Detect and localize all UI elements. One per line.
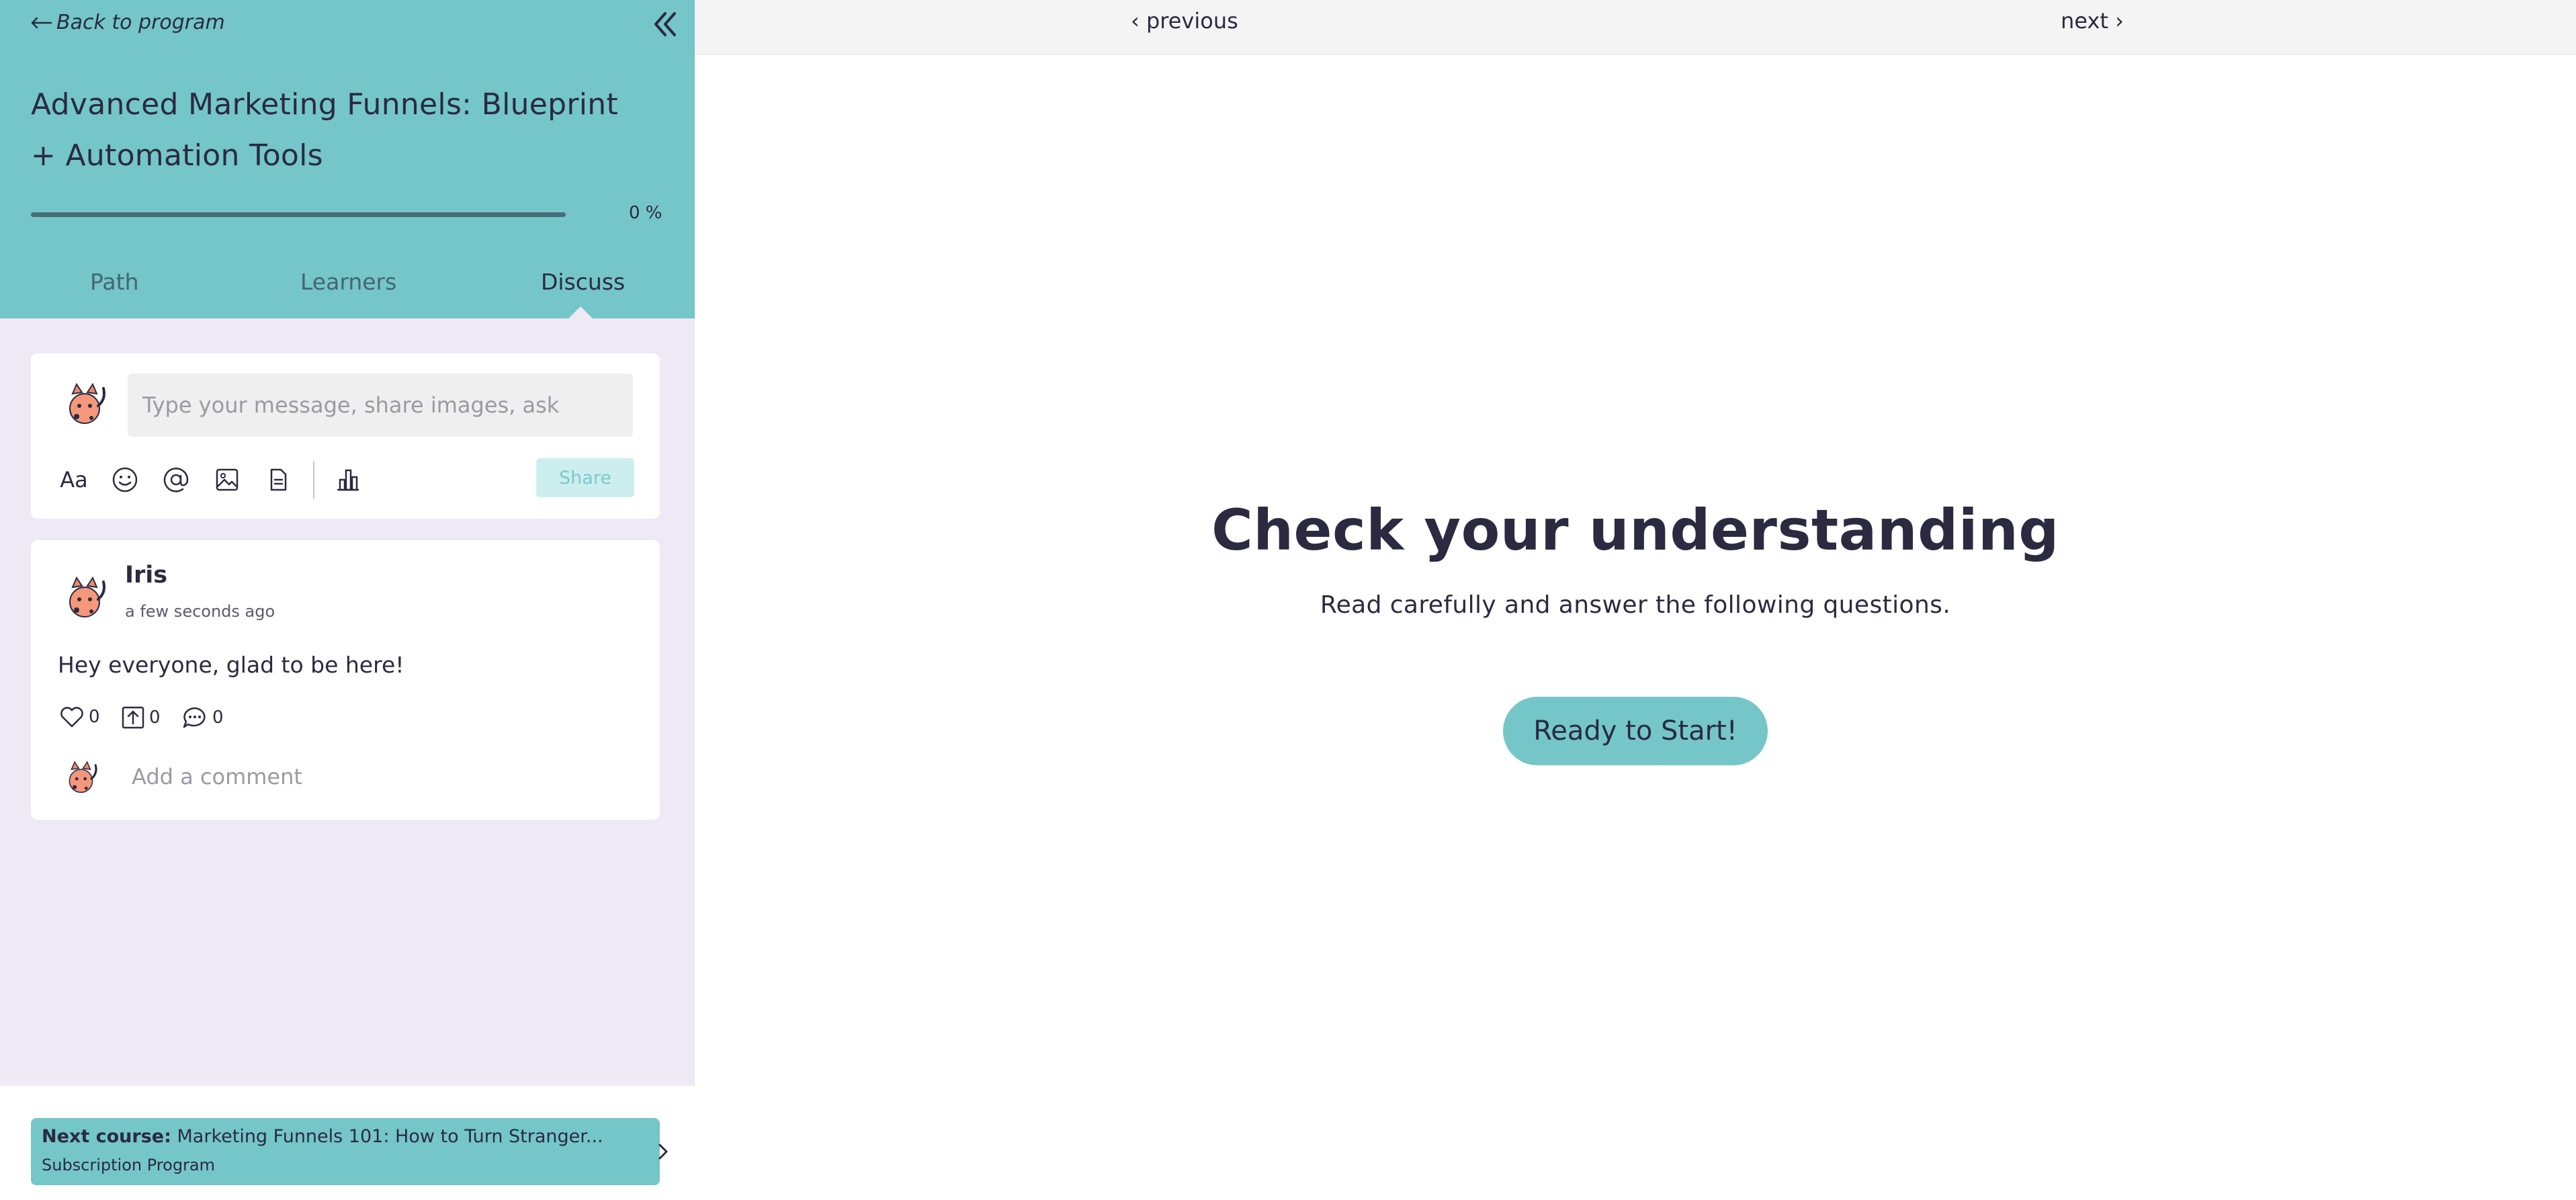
heart-icon — [60, 707, 83, 728]
sidebar: Back to program Advanced Marketing Funne… — [0, 0, 695, 1200]
discussion-post: Iris a few seconds ago Hey everyone, gla… — [31, 540, 660, 820]
next-course-card[interactable]: Next course: Marketing Funnels 101: How … — [31, 1118, 668, 1185]
avatar — [69, 576, 105, 617]
poll-button[interactable] — [332, 464, 364, 496]
sidebar-footer: Next course: Marketing Funnels 101: How … — [0, 1086, 695, 1200]
mention-icon — [163, 468, 189, 492]
tab-discuss[interactable]: Discuss — [541, 269, 625, 295]
post-timestamp: a few seconds ago — [125, 602, 275, 621]
share-count: 0 — [149, 708, 161, 728]
next-course-title: Marketing Funnels 101: How to Turn Stran… — [177, 1126, 603, 1147]
active-tab-indicator — [568, 306, 593, 318]
quiz-heading: Check your understanding — [1211, 497, 2059, 563]
image-button[interactable] — [211, 464, 243, 496]
poll-chart-icon — [337, 469, 359, 491]
tab-learners[interactable]: Learners — [300, 269, 396, 295]
document-icon — [270, 468, 287, 491]
share-upload-icon — [122, 706, 144, 729]
post-body: Hey everyone, glad to be here! — [58, 652, 404, 678]
avatar — [69, 761, 97, 794]
back-link-label: Back to program — [56, 11, 225, 34]
lesson-nav-bar: ‹ previous next › — [695, 0, 2576, 55]
double-chevron-left-icon[interactable] — [650, 9, 680, 39]
next-course-program: Subscription Program — [42, 1156, 216, 1174]
tab-path[interactable]: Path — [90, 269, 139, 295]
emoji-icon — [112, 467, 138, 492]
text-format-label: Aa — [60, 467, 88, 492]
post-author[interactable]: Iris — [125, 562, 167, 589]
comment-count: 0 — [212, 708, 224, 728]
next-link[interactable]: next › — [2061, 8, 2124, 34]
document-button[interactable] — [262, 464, 294, 496]
message-input[interactable] — [128, 374, 633, 437]
post-composer: Aa — [31, 353, 660, 519]
like-button[interactable]: 0 — [59, 705, 100, 728]
progress-bar — [31, 212, 566, 217]
comment-button[interactable]: 0 — [181, 705, 224, 730]
share-button[interactable]: Share — [536, 458, 634, 497]
image-icon — [216, 468, 239, 491]
next-course-line: Next course: Marketing Funnels 101: How … — [42, 1126, 603, 1147]
comment-bubble-icon — [183, 707, 206, 728]
avatar — [69, 382, 105, 424]
like-count: 0 — [89, 707, 100, 727]
toolbar-divider — [313, 461, 314, 499]
text-format-icon[interactable]: Aa — [58, 464, 90, 496]
quiz-instructions: Read carefully and answer the following … — [1320, 591, 1951, 619]
next-course-label: Next course: — [42, 1126, 171, 1147]
arrow-left-icon — [31, 17, 52, 28]
share-post-button[interactable]: 0 — [121, 705, 161, 730]
chevron-right-icon — [658, 1144, 668, 1160]
mention-button[interactable] — [160, 464, 192, 496]
course-header: Back to program Advanced Marketing Funne… — [0, 0, 695, 318]
course-title: Advanced Marketing Funnels: Blueprint + … — [31, 87, 619, 173]
back-to-program-link[interactable]: Back to program — [30, 11, 225, 34]
comment-input[interactable] — [128, 757, 638, 797]
emoji-button[interactable] — [109, 464, 141, 496]
ready-to-start-button[interactable]: Ready to Start! — [1503, 697, 1768, 765]
previous-link[interactable]: ‹ previous — [1131, 8, 1238, 34]
progress-percent: 0 % — [629, 203, 662, 223]
